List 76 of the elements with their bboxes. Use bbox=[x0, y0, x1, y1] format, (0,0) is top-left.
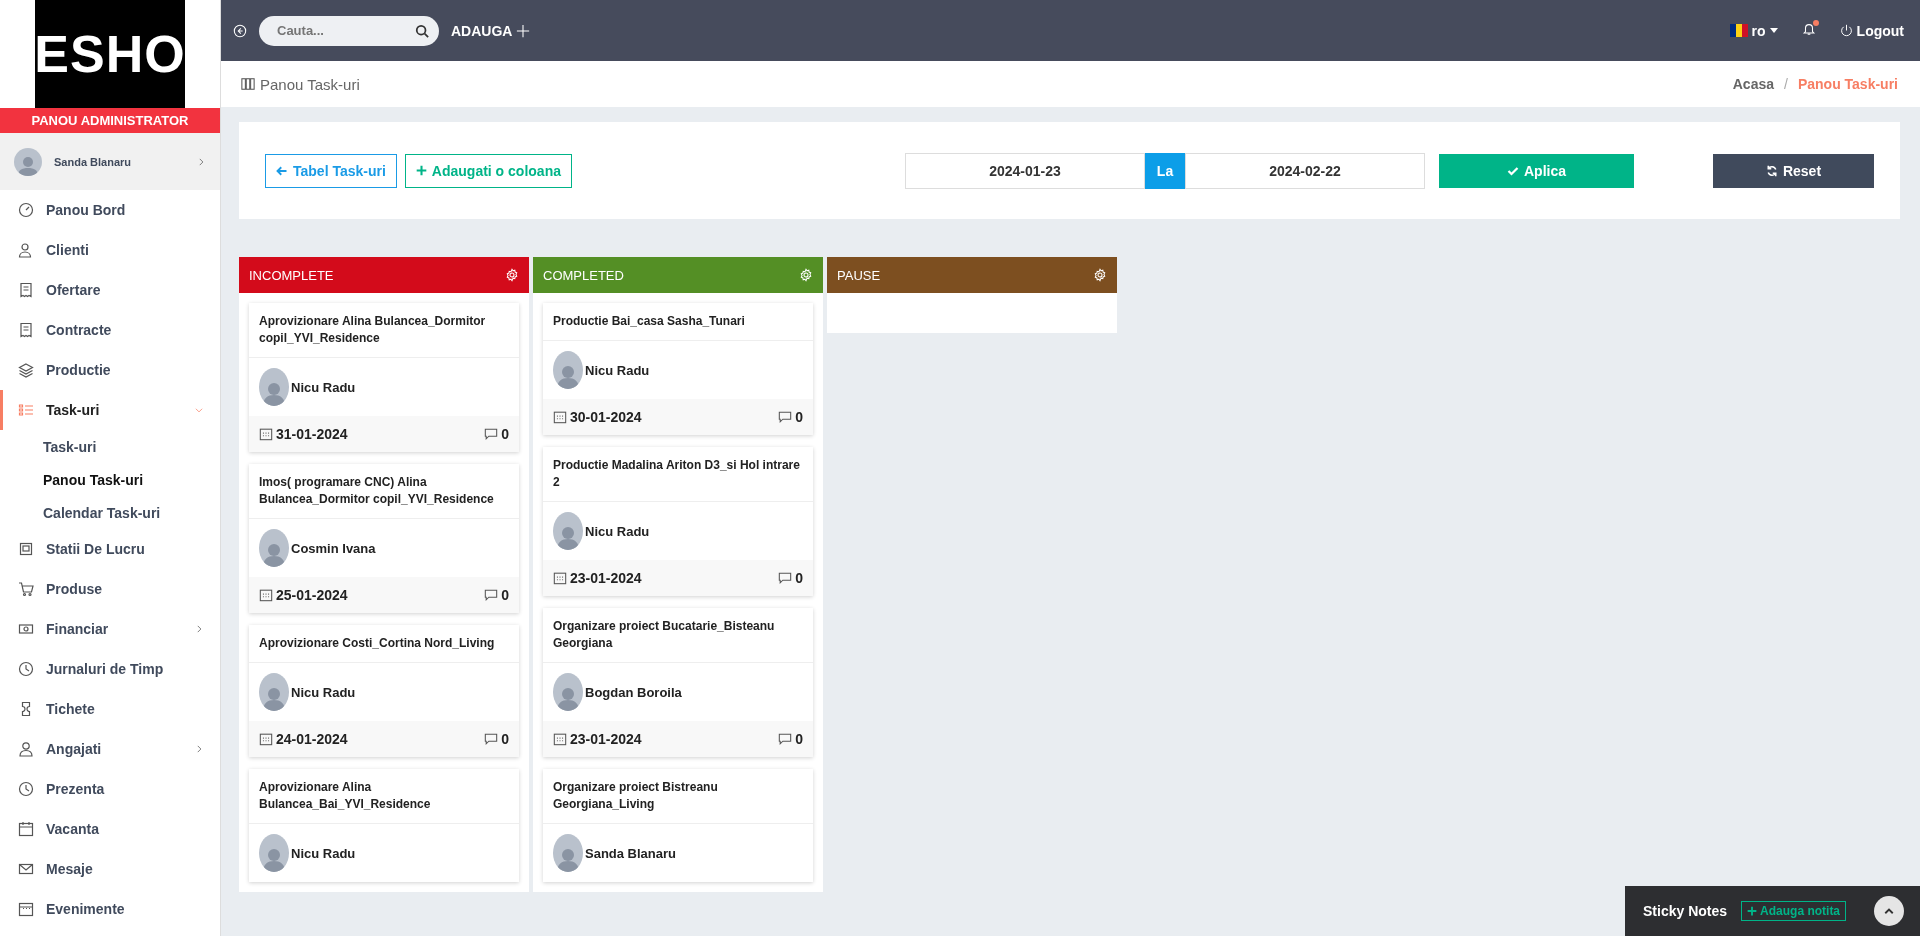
submenu-item[interactable]: Calendar Task-uri bbox=[0, 496, 220, 529]
task-card[interactable]: Organizare proiect Bistreanu Georgiana_Living Sanda Blanaru bbox=[543, 769, 813, 882]
add-note-button[interactable]: Adauga notita bbox=[1741, 901, 1847, 921]
task-card[interactable]: Aprovizionare Costi_Cortina Nord_Living Nicu Radu 24-01-2024 0 bbox=[249, 625, 519, 757]
task-card[interactable]: Imos( programare CNC) Alina Bulancea_Dormitor copil_YVI_Residence Cosmin Ivana 25-01-2024 0 bbox=[249, 464, 519, 613]
language-code: ro bbox=[1751, 22, 1766, 39]
add-label: ADAUGA bbox=[451, 22, 513, 39]
sidebar-item[interactable]: Ofertare bbox=[0, 270, 220, 310]
sidebar-item[interactable]: Clienti bbox=[0, 230, 220, 270]
sidebar-item[interactable]: Statii De Lucru bbox=[0, 529, 220, 569]
column-title: INCOMPLETE bbox=[249, 267, 334, 283]
sidebar-item[interactable]: Vacanta bbox=[0, 809, 220, 849]
comment-count: 0 bbox=[795, 409, 803, 425]
role-banner: PANOU ADMINISTRATOR bbox=[0, 108, 220, 133]
due-date: 23-01-2024 bbox=[570, 570, 642, 586]
date-range-separator: La bbox=[1145, 152, 1185, 189]
add-menu[interactable]: ADAUGA bbox=[451, 22, 531, 39]
date-to-field[interactable]: 2024-02-22 bbox=[1185, 152, 1425, 189]
task-card[interactable]: Productie Madalina Ariton D3_si Hol intrare 2 Nicu Radu 23-01-2024 0 bbox=[543, 447, 813, 596]
reset-button[interactable]: Reset bbox=[1713, 153, 1874, 188]
comment-count: 0 bbox=[501, 731, 509, 747]
due-date: 30-01-2024 bbox=[570, 409, 642, 425]
task-title: Aprovizionare Alina Bulancea_Dormitor copil_YVI_Residence bbox=[249, 303, 519, 358]
task-title: Organizare proiect Bistreanu Georgiana_Living bbox=[543, 769, 813, 824]
breadcrumb-separator: / bbox=[1784, 76, 1788, 92]
user-name: Sanda Blanaru bbox=[54, 155, 133, 168]
sticky-notes-title: Sticky Notes bbox=[1643, 903, 1728, 919]
assignee-name: Bogdan Boroila bbox=[585, 684, 682, 700]
task-card[interactable]: Productie Bai_casa Sasha_Tunari Nicu Radu 30-01-2024 0 bbox=[543, 303, 813, 435]
page-title-text: Panou Task-uri bbox=[260, 75, 360, 93]
assignee-name: Cosmin Ivana bbox=[291, 540, 376, 556]
assignee-name: Nicu Radu bbox=[585, 523, 650, 539]
sidebar-item[interactable]: Financiar bbox=[0, 609, 220, 649]
task-title: Organizare proiect Bucatarie_Bisteanu Georgiana bbox=[543, 608, 813, 663]
assignee-name: Nicu Radu bbox=[291, 684, 356, 700]
search-field[interactable]: Cauta... bbox=[259, 15, 439, 46]
task-card[interactable]: Organizare proiect Bucatarie_Bisteanu Georgiana Bogdan Boroila 23-01-2024 0 bbox=[543, 608, 813, 757]
comment-count: 0 bbox=[501, 426, 509, 442]
task-title: Productie Bai_casa Sasha_Tunari bbox=[543, 303, 813, 341]
comment-count: 0 bbox=[795, 570, 803, 586]
sidebar-item[interactable]: Panou Bord bbox=[0, 190, 220, 230]
assignee-name: Nicu Radu bbox=[291, 379, 356, 395]
language-selector[interactable]: ro bbox=[1729, 22, 1778, 39]
task-title: Productie Madalina Ariton D3_si Hol intrare 2 bbox=[543, 447, 813, 502]
task-card[interactable]: Aprovizionare Alina Bulancea_Dormitor copil_YVI_Residence Nicu Radu 31-01-2024 0 bbox=[249, 303, 519, 452]
assignee-name: Nicu Radu bbox=[291, 845, 356, 861]
assignee-name: Sanda Blanaru bbox=[585, 845, 677, 861]
sidebar-item[interactable]: Mesaje bbox=[0, 849, 220, 889]
submenu-item[interactable]: Task-uri bbox=[0, 430, 220, 463]
task-card[interactable]: Aprovizionare Alina Bulancea_Bai_YVI_Residence Nicu Radu bbox=[249, 769, 519, 882]
sidebar-item[interactable]: Jurnaluri de Timp bbox=[0, 649, 220, 689]
due-date: 25-01-2024 bbox=[276, 587, 348, 603]
due-date: 24-01-2024 bbox=[276, 731, 348, 747]
submenu-item[interactable]: Panou Task-uri bbox=[0, 463, 220, 496]
due-date: 23-01-2024 bbox=[570, 731, 642, 747]
column-title: COMPLETED bbox=[543, 267, 624, 283]
sidebar-item[interactable]: Evenimente bbox=[0, 889, 220, 929]
due-date: 31-01-2024 bbox=[276, 426, 348, 442]
sidebar-item[interactable]: Tichete bbox=[0, 689, 220, 729]
task-title: Aprovizionare Costi_Cortina Nord_Living bbox=[249, 625, 519, 663]
column-title: PAUSE bbox=[837, 267, 881, 283]
logout-button[interactable]: Logout bbox=[1839, 22, 1904, 39]
sidebar-item[interactable]: Angajati bbox=[0, 729, 220, 769]
assignee-name: Nicu Radu bbox=[585, 362, 650, 378]
comment-count: 0 bbox=[795, 731, 803, 747]
user-profile[interactable]: Sanda Blanaru bbox=[0, 133, 220, 190]
date-from-field[interactable]: 2024-01-23 bbox=[905, 152, 1145, 189]
sidebar-item[interactable]: Contracte bbox=[0, 310, 220, 350]
sidebar-item[interactable]: Productie bbox=[0, 350, 220, 390]
task-title: Aprovizionare Alina Bulancea_Bai_YVI_Residence bbox=[249, 769, 519, 824]
sidebar-item[interactable]: Prezenta bbox=[0, 769, 220, 809]
breadcrumb-link[interactable]: Acasa bbox=[1732, 76, 1774, 92]
sidebar-item[interactable]: Produse bbox=[0, 569, 220, 609]
comment-count: 0 bbox=[501, 587, 509, 603]
task-title: Imos( programare CNC) Alina Bulancea_Dormitor copil_YVI_Residence bbox=[249, 464, 519, 519]
logo[interactable]: ESHO bbox=[35, 0, 185, 108]
